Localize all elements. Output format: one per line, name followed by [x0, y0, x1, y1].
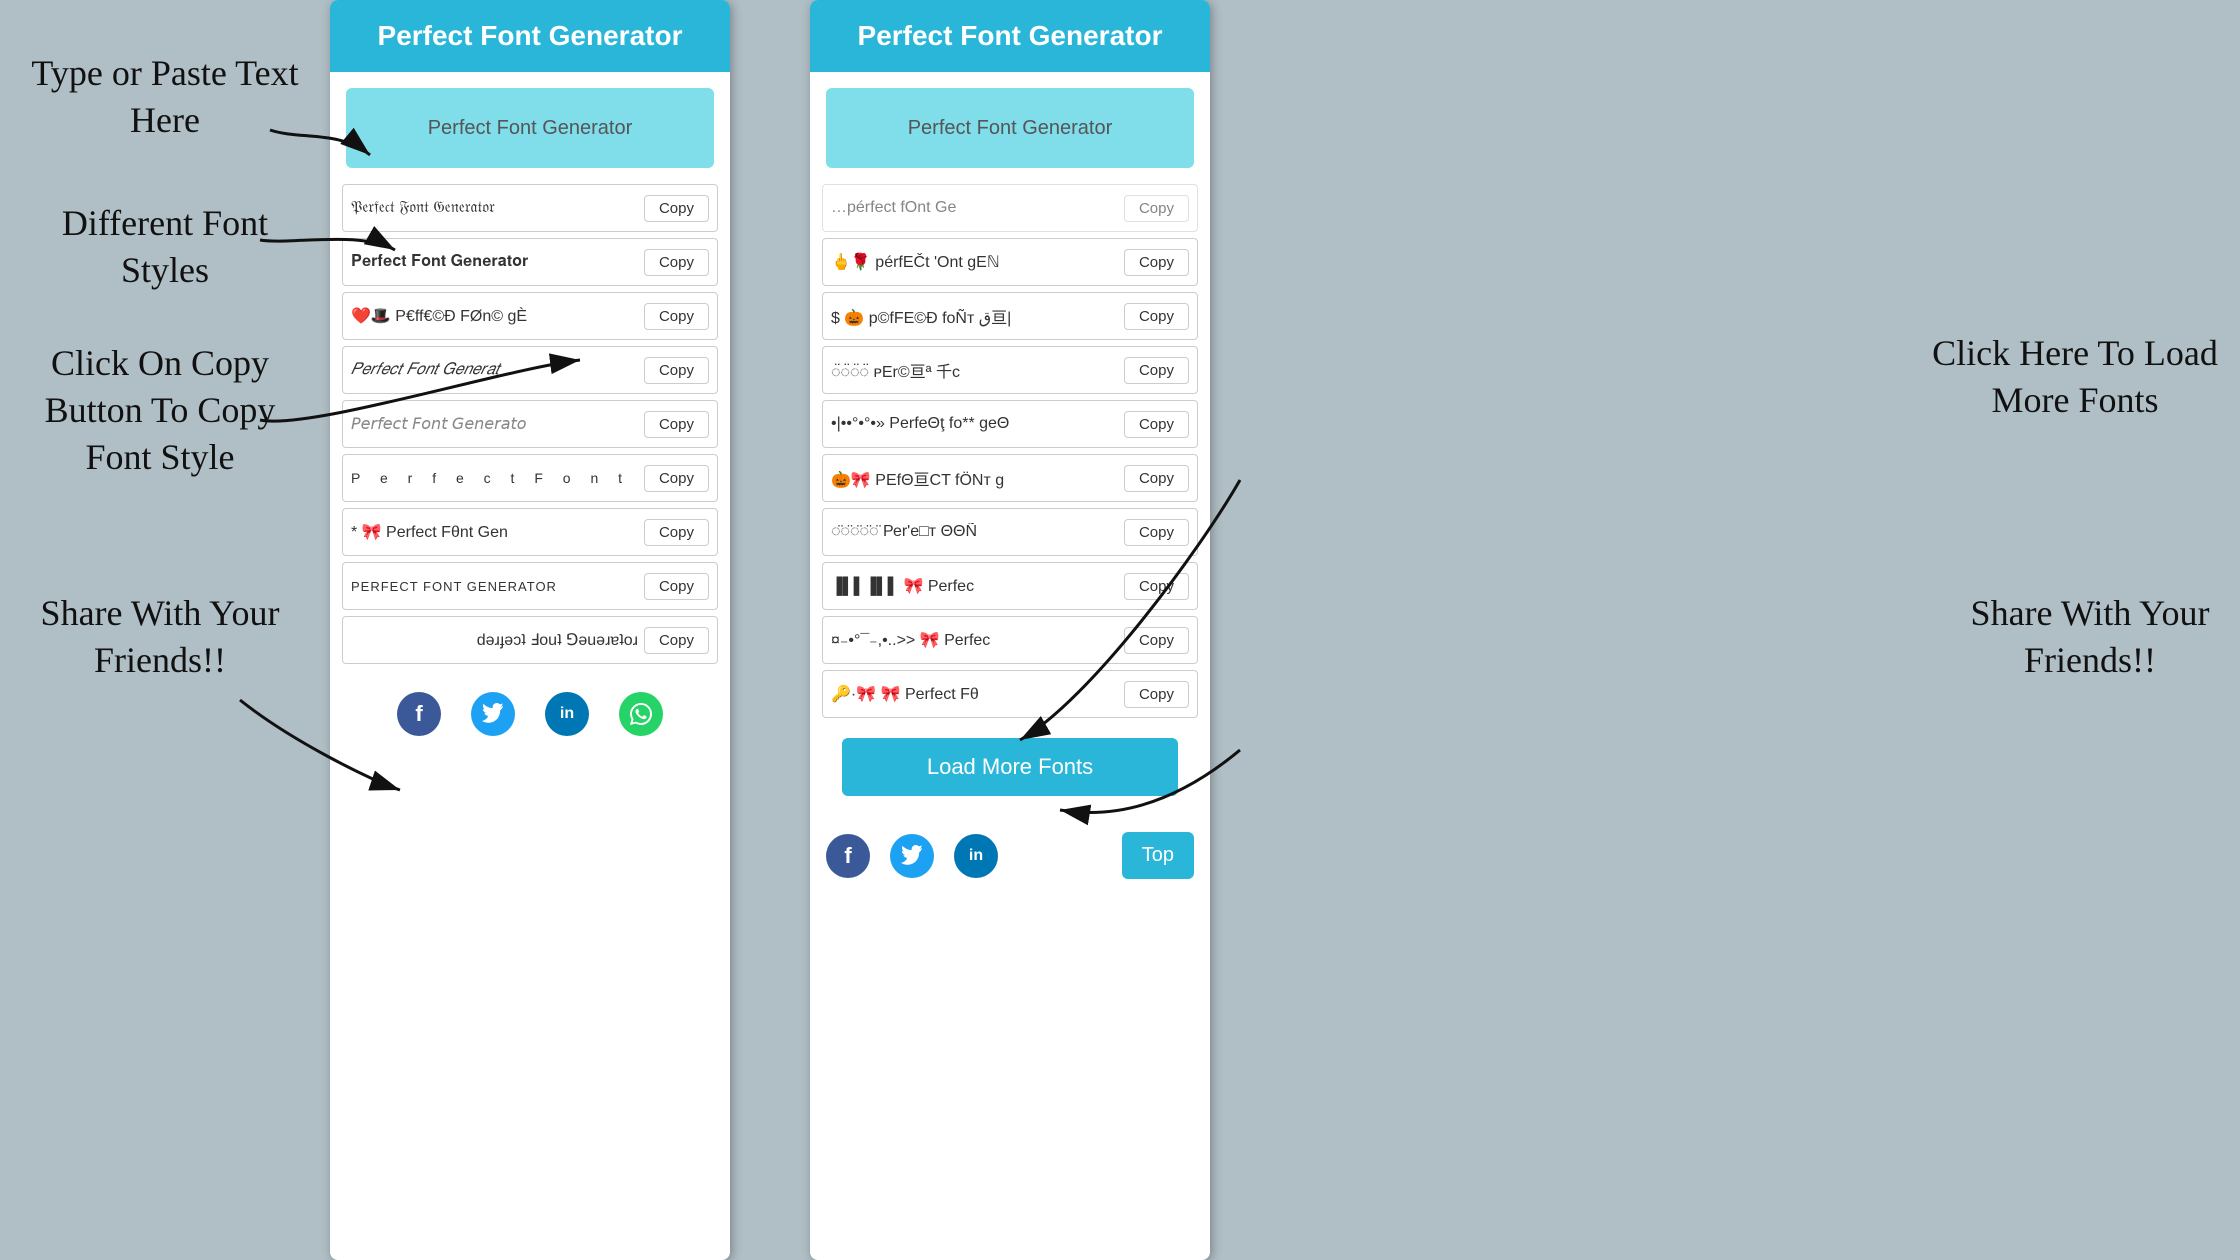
twitter-icon — [482, 703, 504, 725]
table-row: ◌̈◌̈◌̈◌̈◌̈ Реr'е□т ΘΘÑ Copy — [822, 508, 1198, 556]
table-row: …pérfect fOnt Ge Copy — [822, 184, 1198, 232]
table-row: P e r f e c t F o n t Copy — [342, 454, 718, 502]
left-panel-header: Perfect Font Generator — [330, 0, 730, 72]
table-row: PERFECT FONT GENERATOR Copy — [342, 562, 718, 610]
annotation-share-right: Share With Your Friends!! — [1950, 590, 2230, 684]
right-panel-title: Perfect Font Generator — [826, 20, 1194, 52]
annotation-load-more: Click Here To Load More Fonts — [1930, 330, 2220, 424]
table-row: * 🎀 Perfect Fθnt Gen Copy — [342, 508, 718, 556]
font-text: •|••°•°•» PerfеΘţ fo** geΘ — [831, 415, 1118, 433]
copy-button[interactable]: Copy — [1124, 195, 1189, 222]
table-row: 𝘗𝘦𝘳𝘧𝘦𝘤𝘵 𝘍𝘰𝘯𝘵 𝘎𝘦𝘯𝘦𝘳𝘢𝘵𝘰 Copy — [342, 400, 718, 448]
font-text: ◌̈◌̈◌̈◌̈◌̈ Реr'е□т ΘΘÑ — [831, 523, 1118, 541]
right-panel-header: Perfect Font Generator — [810, 0, 1210, 72]
right-share-bar: f in Top — [810, 816, 1210, 889]
annotation-font-styles: Different Font Styles — [30, 200, 300, 294]
annotation-click-copy: Click On Copy Button To Copy Font Style — [10, 340, 310, 480]
top-button[interactable]: Top — [1122, 832, 1194, 879]
whatsapp-share-button[interactable] — [619, 692, 663, 736]
right-phone-panel: Perfect Font Generator Perfect Font Gene… — [810, 0, 1210, 1260]
font-text: * 🎀 Perfect Fθnt Gen — [351, 522, 638, 542]
left-phone-panel: Perfect Font Generator Perfect Font Gene… — [330, 0, 730, 1260]
table-row: ◌̈◌̈◌̈◌̈ ᴘEr©亘ª 千c Copy — [822, 346, 1198, 394]
linkedin-share-button-right[interactable]: in — [954, 834, 998, 878]
twitter-icon — [901, 845, 923, 867]
facebook-share-button-right[interactable]: f — [826, 834, 870, 878]
copy-button[interactable]: Copy — [1124, 573, 1189, 600]
table-row: ❤️🎩 P€ff€©Ð FØn© gÈ Copy — [342, 292, 718, 340]
table-row: ɹoʇɐɹǝuǝ⅁ ʇuoℲ ʇɔǝɟɹǝd Copy — [342, 616, 718, 664]
copy-button[interactable]: Copy — [644, 627, 709, 654]
font-text: 🎃🎀 PEfΘ亘CT fÖNт g — [831, 466, 1118, 490]
font-text: P e r f e c t F o n t — [351, 470, 638, 486]
table-row: •|••°•°•» PerfеΘţ fo** geΘ Copy — [822, 400, 1198, 448]
twitter-share-button-right[interactable] — [890, 834, 934, 878]
copy-button[interactable]: Copy — [1124, 249, 1189, 276]
left-input-box[interactable]: Perfect Font Generator — [346, 88, 714, 168]
right-input-box[interactable]: Perfect Font Generator — [826, 88, 1194, 168]
font-text: ɹoʇɐɹǝuǝ⅁ ʇuoℲ ʇɔǝɟɹǝd — [351, 630, 638, 650]
font-text: …pérfect fOnt Ge — [831, 199, 1118, 217]
font-text: ¤₋•°¯₋,•..>> 🎀 Perfec — [831, 630, 1118, 650]
font-text: $ 🎃 p©fFE©Ð foÑт ق亘| — [831, 304, 1118, 328]
copy-button[interactable]: Copy — [1124, 519, 1189, 546]
copy-button[interactable]: Copy — [644, 357, 709, 384]
twitter-share-button[interactable] — [471, 692, 515, 736]
facebook-icon: f — [844, 843, 851, 869]
font-text: 🖕🌹 pérfEČt 'Ont gEℕ — [831, 252, 1118, 272]
font-text: 🔑·🎀 🎀 Perfect Fθ — [831, 684, 1118, 704]
font-text: ◌̈◌̈◌̈◌̈ ᴘEr©亘ª 千c — [831, 358, 1118, 382]
font-text: ▐▌▌▐▌▌ 🎀 Perfec — [831, 576, 1118, 596]
font-text: ❤️🎩 P€ff€©Ð FØn© gÈ — [351, 306, 638, 326]
copy-button[interactable]: Copy — [1124, 465, 1189, 492]
right-font-list: …pérfect fOnt Ge Copy 🖕🌹 pérfEČt 'Ont gE… — [810, 184, 1210, 718]
copy-button[interactable]: Copy — [1124, 357, 1189, 384]
facebook-icon: f — [415, 701, 422, 727]
annotation-type-paste: Type or Paste Text Here — [30, 50, 300, 144]
copy-button[interactable]: Copy — [1124, 411, 1189, 438]
table-row: ▐▌▌▐▌▌ 🎀 Perfec Copy — [822, 562, 1198, 610]
whatsapp-icon — [630, 703, 652, 725]
copy-button[interactable]: Copy — [1124, 627, 1189, 654]
linkedin-icon: in — [969, 847, 983, 865]
table-row: 𝑃𝑒𝑟𝑓𝑒𝑐𝑡 𝐹𝑜𝑛𝑡 𝐺𝑒𝑛𝑒𝑟𝑎𝑡 Copy — [342, 346, 718, 394]
font-text: 𝔓𝔢𝔯𝔣𝔢𝔠𝔱 𝔉𝔬𝔫𝔱 𝔊𝔢𝔫𝔢𝔯𝔞𝔱𝔬𝔯 — [351, 199, 638, 217]
table-row: ¤₋•°¯₋,•..>> 🎀 Perfec Copy — [822, 616, 1198, 664]
copy-button[interactable]: Copy — [1124, 303, 1189, 330]
copy-button[interactable]: Copy — [1124, 681, 1189, 708]
copy-button[interactable]: Copy — [644, 195, 709, 222]
font-text: 𝑃𝑒𝑟𝑓𝑒𝑐𝑡 𝐹𝑜𝑛𝑡 𝐺𝑒𝑛𝑒𝑟𝑎𝑡 — [351, 361, 638, 379]
table-row: 🔑·🎀 🎀 Perfect Fθ Copy — [822, 670, 1198, 718]
load-more-button[interactable]: Load More Fonts — [842, 738, 1178, 796]
table-row: 𝐏𝐞𝐫𝐟𝐞𝐜𝐭 𝐅𝐨𝐧𝐭 𝐆𝐞𝐧𝐞𝐫𝐚𝐭𝐨𝐫 Copy — [342, 238, 718, 286]
copy-button[interactable]: Copy — [644, 411, 709, 438]
right-input-text: Perfect Font Generator — [908, 117, 1113, 140]
linkedin-icon: in — [560, 705, 574, 723]
copy-button[interactable]: Copy — [644, 465, 709, 492]
font-text: 𝐏𝐞𝐫𝐟𝐞𝐜𝐭 𝐅𝐨𝐧𝐭 𝐆𝐞𝐧𝐞𝐫𝐚𝐭𝐨𝐫 — [351, 253, 638, 271]
table-row: 𝔓𝔢𝔯𝔣𝔢𝔠𝔱 𝔉𝔬𝔫𝔱 𝔊𝔢𝔫𝔢𝔯𝔞𝔱𝔬𝔯 Copy — [342, 184, 718, 232]
annotation-share-left: Share With Your Friends!! — [30, 590, 290, 684]
left-input-text: Perfect Font Generator — [428, 117, 633, 140]
copy-button[interactable]: Copy — [644, 303, 709, 330]
copy-button[interactable]: Copy — [644, 249, 709, 276]
left-share-bar: f in — [330, 672, 730, 746]
linkedin-share-button[interactable]: in — [545, 692, 589, 736]
facebook-share-button[interactable]: f — [397, 692, 441, 736]
copy-button[interactable]: Copy — [644, 573, 709, 600]
font-text: PERFECT FONT GENERATOR — [351, 579, 638, 594]
table-row: $ 🎃 p©fFE©Ð foÑт ق亘| Copy — [822, 292, 1198, 340]
font-text: 𝘗𝘦𝘳𝘧𝘦𝘤𝘵 𝘍𝘰𝘯𝘵 𝘎𝘦𝘯𝘦𝘳𝘢𝘵𝘰 — [351, 414, 638, 434]
left-font-list: 𝔓𝔢𝔯𝔣𝔢𝔠𝔱 𝔉𝔬𝔫𝔱 𝔊𝔢𝔫𝔢𝔯𝔞𝔱𝔬𝔯 Copy 𝐏𝐞𝐫𝐟𝐞𝐜𝐭 𝐅𝐨𝐧𝐭… — [330, 184, 730, 664]
copy-button[interactable]: Copy — [644, 519, 709, 546]
table-row: 🎃🎀 PEfΘ亘CT fÖNт g Copy — [822, 454, 1198, 502]
table-row: 🖕🌹 pérfEČt 'Ont gEℕ Copy — [822, 238, 1198, 286]
left-panel-title: Perfect Font Generator — [346, 20, 714, 52]
